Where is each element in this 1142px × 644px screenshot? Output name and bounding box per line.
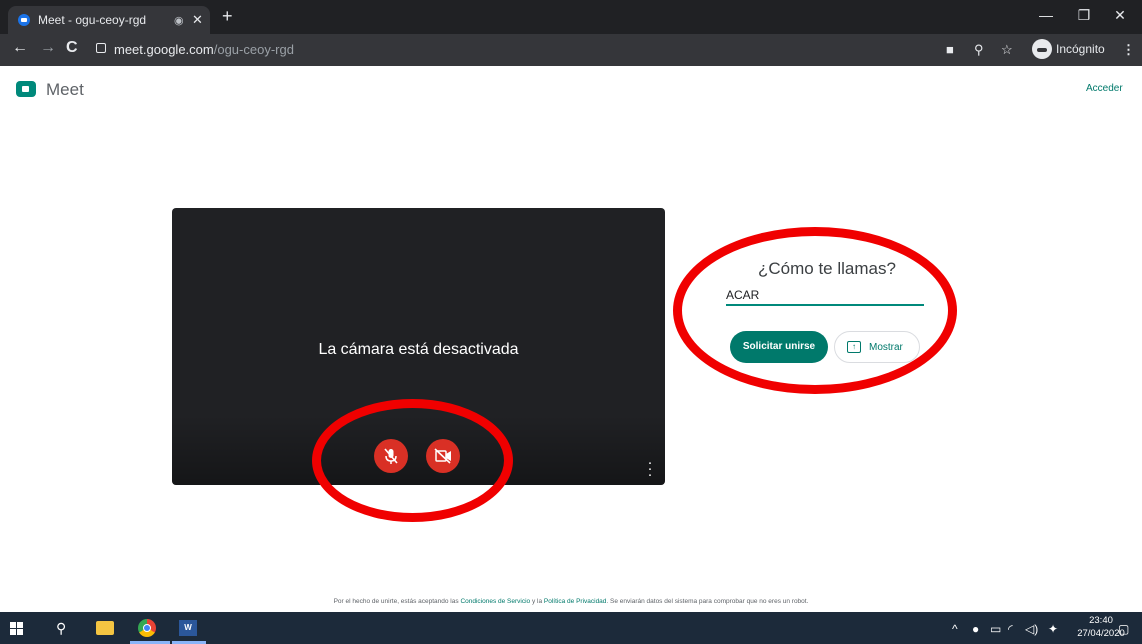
back-icon[interactable]: ←	[12, 39, 28, 57]
browser-tab[interactable]: Meet - ogu-ceoy-rgd ◉ ✕	[8, 6, 210, 34]
restore-icon[interactable]: ❐	[1068, 4, 1100, 26]
tab-title: Meet - ogu-ceoy-rgd	[38, 13, 147, 27]
wifi-icon[interactable]: ◜	[1008, 622, 1013, 636]
minimize-icon[interactable]: —	[1030, 4, 1062, 26]
battery-icon[interactable]: ▭	[990, 622, 1001, 636]
menu-kebab-icon[interactable]: ⋮	[1122, 42, 1135, 58]
app-name: Meet	[46, 80, 84, 99]
terms-link[interactable]: Condiciones de Servicio	[460, 598, 530, 605]
lock-icon	[96, 43, 106, 53]
chrome-icon[interactable]	[138, 619, 156, 637]
forward-icon[interactable]: →	[40, 39, 56, 57]
recording-dot-icon: ◉	[174, 15, 184, 27]
clock-date: 27/04/2020	[1077, 628, 1125, 639]
annotation-ring-name-panel	[673, 227, 957, 394]
url-path: /ogu-ceoy-rgd	[213, 42, 294, 57]
browser-title-bar: Meet - ogu-ceoy-rgd ◉ ✕ + — ❐ ✕	[0, 0, 1142, 34]
bookmark-star-icon[interactable]: ☆	[1001, 42, 1013, 58]
incognito-profile-button[interactable]: Incógnito	[1032, 37, 1114, 61]
meet-logo-icon	[16, 81, 36, 97]
new-tab-icon[interactable]: +	[222, 6, 233, 27]
privacy-link[interactable]: Política de Privacidad	[544, 598, 607, 605]
tab-close-icon[interactable]: ✕	[192, 12, 203, 28]
terms-footer: Por el hecho de unirte, estás aceptando …	[333, 598, 809, 605]
clock-time: 23:40	[1089, 615, 1113, 626]
browser-toolbar: ← → C meet.google.com/ogu-ceoy-rgd ■ ⚲ ☆…	[0, 34, 1142, 66]
meet-favicon	[18, 14, 30, 26]
windows-taskbar: ⚲ W ^ ● ▭ ◜ ◁) ✦ ▢	[0, 612, 1142, 644]
word-icon[interactable]: W	[179, 620, 197, 636]
address-bar[interactable]: meet.google.com/ogu-ceoy-rgd	[92, 38, 932, 62]
incognito-label: Incógnito	[1056, 42, 1105, 56]
dropbox-icon[interactable]: ✦	[1048, 622, 1058, 636]
camera-indicator-icon[interactable]: ■	[946, 42, 954, 57]
volume-icon[interactable]: ◁)	[1025, 622, 1038, 636]
more-options-icon[interactable]: · · ·	[646, 455, 654, 482]
url-domain: meet.google.com	[114, 42, 214, 57]
signin-link[interactable]: Acceder	[1086, 83, 1123, 94]
zoom-icon[interactable]: ⚲	[974, 42, 984, 58]
microphone-tray-icon[interactable]: ●	[972, 622, 979, 636]
file-explorer-icon[interactable]	[96, 621, 114, 635]
incognito-icon	[1032, 39, 1052, 59]
annotation-ring-controls	[312, 399, 513, 522]
windows-start-icon[interactable]	[10, 622, 23, 635]
window-close-icon[interactable]: ✕	[1104, 4, 1136, 26]
tray-chevron-up-icon[interactable]: ^	[952, 622, 958, 636]
reload-icon[interactable]: C	[66, 39, 78, 57]
taskbar-clock[interactable]: 23:40 27/04/2020	[1066, 614, 1136, 640]
search-icon[interactable]: ⚲	[56, 620, 66, 637]
camera-off-message: La cámara está desactivada	[318, 341, 519, 358]
